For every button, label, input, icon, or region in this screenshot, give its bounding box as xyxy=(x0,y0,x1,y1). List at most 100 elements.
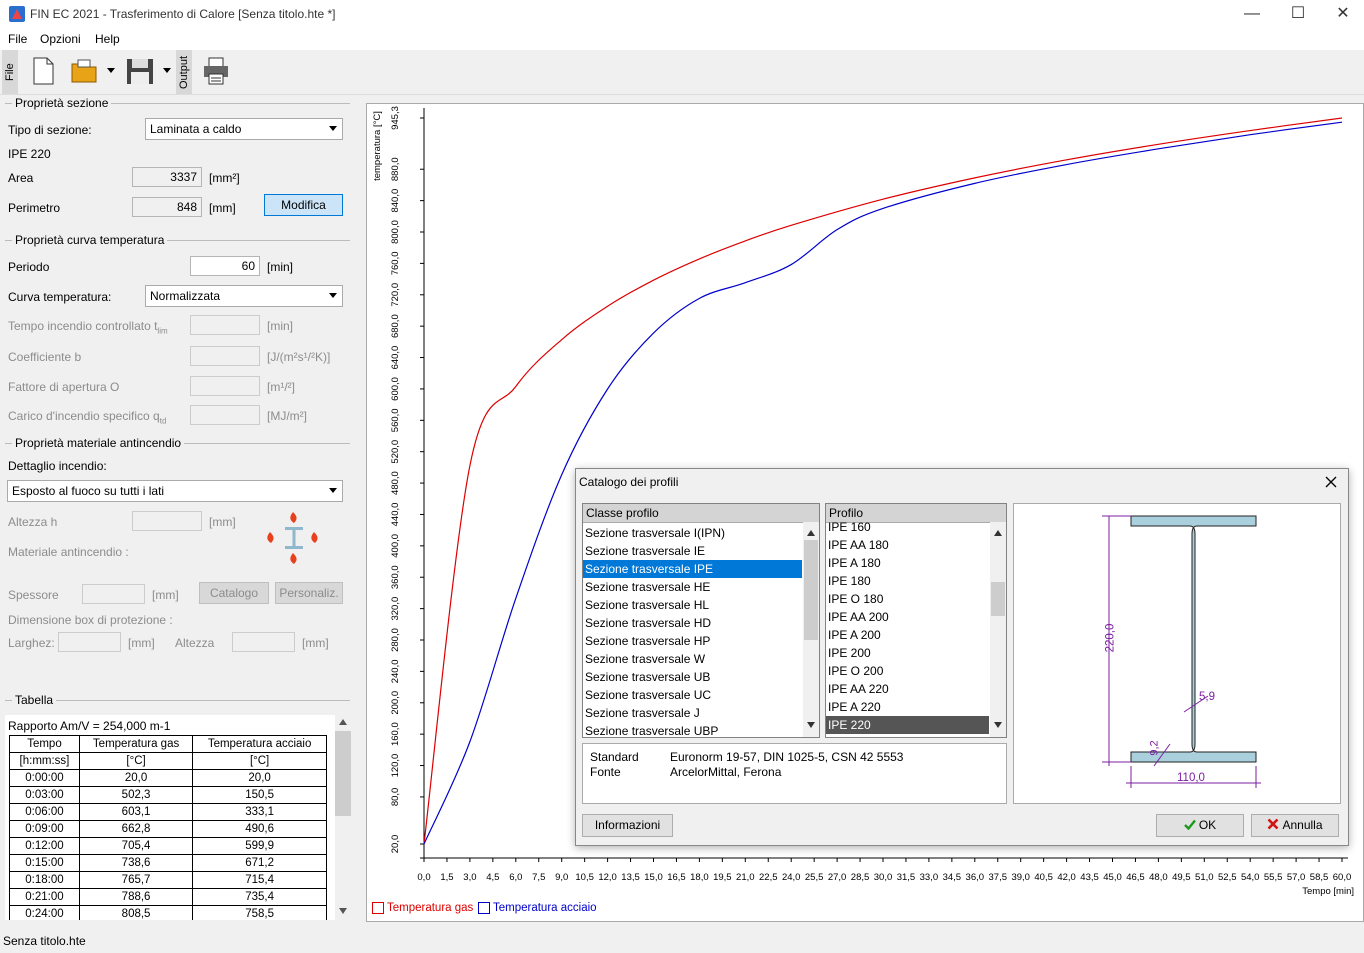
scroll-down-icon[interactable] xyxy=(807,722,815,728)
catalogo-button[interactable]: Catalogo xyxy=(199,582,269,604)
profilo-scrollbar[interactable] xyxy=(990,522,1006,737)
periodo-input[interactable]: 60 xyxy=(190,256,260,276)
open-folder-icon[interactable] xyxy=(70,56,100,86)
file-tab[interactable]: File xyxy=(2,50,18,94)
list-item[interactable]: Sezione trasversale I(IPN) xyxy=(583,524,802,542)
profilo-listbox[interactable]: Profilo IPE 160 IPE AA 180 IPE A 180 IPE 18… xyxy=(825,503,1007,738)
list-item[interactable]: Sezione trasversale HD xyxy=(583,614,802,632)
list-item[interactable]: IPE A 200 xyxy=(826,626,989,644)
coeff-input[interactable] xyxy=(190,346,260,366)
scroll-up-icon[interactable] xyxy=(994,530,1002,536)
maximize-button[interactable]: ☐ xyxy=(1275,0,1321,30)
classe-scroll-thumb[interactable] xyxy=(804,540,818,640)
window-title: FIN EC 2021 - Trasferimento di Calore [S… xyxy=(30,7,336,21)
list-item[interactable]: IPE A 220 xyxy=(826,698,989,716)
list-item[interactable]: Sezione trasversale UBP xyxy=(583,722,802,737)
menu-file[interactable]: File xyxy=(8,32,27,46)
tempo-input[interactable] xyxy=(190,315,260,335)
scroll-down-icon[interactable] xyxy=(994,722,1002,728)
list-item[interactable]: Sezione trasversale W xyxy=(583,650,802,668)
annulla-button[interactable]: Annulla xyxy=(1251,814,1339,837)
list-item[interactable]: IPE 160 xyxy=(826,518,989,536)
y-tick-label: 240,0 xyxy=(390,659,401,683)
save-dropdown-icon[interactable] xyxy=(163,68,171,74)
altezza-input[interactable] xyxy=(132,511,202,531)
list-item[interactable]: Sezione trasversale HP xyxy=(583,632,802,650)
list-item[interactable]: IPE AA 200 xyxy=(826,608,989,626)
altezza2-input[interactable] xyxy=(232,632,295,652)
dialog-close-icon[interactable] xyxy=(1325,476,1337,488)
col-acciaio: Temperatura acciaio xyxy=(192,735,327,753)
table-row[interactable]: 0:18:00 765,7 715,4 xyxy=(9,871,327,889)
table-row[interactable]: 0:00:00 20,0 20,0 xyxy=(9,769,327,787)
standard-label: Standard xyxy=(590,750,639,764)
table-scrollbar[interactable] xyxy=(335,715,351,920)
minimize-button[interactable]: — xyxy=(1229,0,1275,30)
status-text: Senza titolo.hte xyxy=(3,934,86,948)
list-item[interactable]: IPE 180 xyxy=(826,572,989,590)
table-row[interactable]: 0:09:00 662,8 490,6 xyxy=(9,820,327,838)
table-row[interactable]: 0:24:00 808,5 758,5 xyxy=(9,905,327,920)
scroll-down-icon[interactable] xyxy=(339,908,347,914)
list-item[interactable]: Sezione trasversale UB xyxy=(583,668,802,686)
x-tick-label: 57,0 xyxy=(1287,872,1306,883)
y-tick-label: 720,0 xyxy=(390,283,401,307)
tipo-select[interactable]: Laminata a caldo xyxy=(145,118,343,140)
altezza2-unit: [mm] xyxy=(302,636,329,650)
unit-tempo: [h:mm:ss] xyxy=(9,752,80,770)
list-item[interactable]: Sezione trasversale IPE xyxy=(583,560,802,578)
personaliz-button[interactable]: Personaliz. xyxy=(275,582,343,604)
table-row[interactable]: 0:12:00 705,4 599,9 xyxy=(9,837,327,855)
dettaglio-select[interactable]: Esposto al fuoco su tutti i lati xyxy=(7,480,343,502)
list-item[interactable]: IPE A 180 xyxy=(826,554,989,572)
y-tick-label: 840,0 xyxy=(390,189,401,213)
x-axis-label: Tempo [min] xyxy=(1302,886,1354,897)
list-item[interactable]: Sezione trasversale HE xyxy=(583,578,802,596)
list-item[interactable]: Sezione trasversale UC xyxy=(583,686,802,704)
list-item[interactable]: IPE O 180 xyxy=(826,590,989,608)
x-tick-label: 31,5 xyxy=(897,872,916,883)
cell-acciaio: 735,4 xyxy=(192,888,327,906)
y-tick-label: 560,0 xyxy=(390,408,401,432)
list-item[interactable]: IPE 220 xyxy=(826,716,989,734)
classe-listbox[interactable]: Classe profilo Sezione trasversale I(IPN… xyxy=(582,503,820,738)
fattore-input[interactable] xyxy=(190,376,260,396)
menu-help[interactable]: Help xyxy=(95,32,120,46)
table-scroll-thumb[interactable] xyxy=(335,731,351,816)
modifica-button[interactable]: Modifica xyxy=(264,194,343,216)
table-row[interactable]: 0:15:00 738,6 671,2 xyxy=(9,854,327,872)
list-item[interactable]: Sezione trasversale IE xyxy=(583,542,802,560)
perimetro-unit: [mm] xyxy=(209,201,236,215)
new-file-icon[interactable] xyxy=(28,56,58,86)
open-dropdown-icon[interactable] xyxy=(107,68,115,74)
list-item[interactable]: IPE AA 220 xyxy=(826,680,989,698)
list-item[interactable]: IPE O 200 xyxy=(826,662,989,680)
scroll-up-icon[interactable] xyxy=(807,530,815,536)
table-row[interactable]: 0:06:00 603,1 333,1 xyxy=(9,803,327,821)
table-row[interactable]: 0:03:00 502,3 150,5 xyxy=(9,786,327,804)
print-icon[interactable] xyxy=(201,56,231,86)
fonte-value: ArcelorMittal, Ferona xyxy=(670,765,782,779)
ok-button[interactable]: OK xyxy=(1156,814,1244,837)
larghez-input[interactable] xyxy=(58,632,121,652)
list-item[interactable]: Sezione trasversale HL xyxy=(583,596,802,614)
classe-scrollbar[interactable] xyxy=(803,522,819,737)
close-button[interactable]: ✕ xyxy=(1320,0,1364,30)
cell-tempo: 0:09:00 xyxy=(9,820,80,838)
carico-input[interactable] xyxy=(190,405,260,425)
output-tab[interactable]: Output xyxy=(176,50,192,94)
menu-opzioni[interactable]: Opzioni xyxy=(40,32,81,46)
list-item[interactable]: IPE AA 180 xyxy=(826,536,989,554)
curva-select[interactable]: Normalizzata xyxy=(145,285,343,307)
list-item[interactable]: IPE 200 xyxy=(826,644,989,662)
spessore-input[interactable] xyxy=(82,584,145,604)
y-tick-label: 320,0 xyxy=(390,597,401,621)
cell-tempo: 0:06:00 xyxy=(9,803,80,821)
list-item[interactable]: Sezione trasversale J xyxy=(583,704,802,722)
informazioni-button[interactable]: Informazioni xyxy=(582,814,673,837)
section-group-title: Proprietà sezione xyxy=(12,96,112,110)
profilo-scroll-thumb[interactable] xyxy=(991,582,1005,616)
save-icon[interactable] xyxy=(125,56,155,86)
table-row[interactable]: 0:21:00 788,6 735,4 xyxy=(9,888,327,906)
scroll-up-icon[interactable] xyxy=(339,719,347,725)
